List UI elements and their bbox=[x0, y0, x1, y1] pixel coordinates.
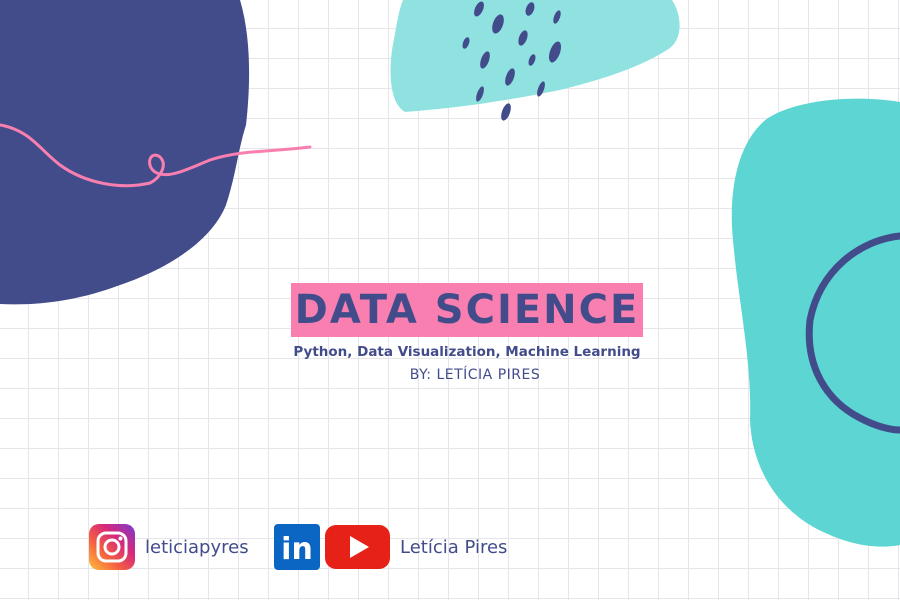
teal-dark-blob bbox=[731, 98, 900, 547]
youtube-icon bbox=[325, 525, 390, 569]
instagram-icon bbox=[89, 524, 135, 570]
linkedin-link[interactable]: in bbox=[274, 524, 320, 570]
title-banner: DATA SCIENCE bbox=[291, 283, 643, 337]
instagram-link[interactable]: leticiapyres bbox=[89, 524, 249, 570]
linkedin-label: in bbox=[281, 532, 313, 567]
linkedin-icon: in bbox=[274, 524, 320, 570]
youtube-name: Letícia Pires bbox=[400, 536, 508, 558]
navy-blob bbox=[0, 0, 250, 305]
subtitle: Python, Data Visualization, Machine Lear… bbox=[293, 344, 641, 360]
page-title: DATA SCIENCE bbox=[294, 287, 640, 333]
instagram-handle: leticiapyres bbox=[145, 536, 249, 558]
byline: BY: LETÍCIA PIRES bbox=[409, 367, 541, 383]
youtube-link[interactable]: Letícia Pires bbox=[325, 524, 507, 570]
